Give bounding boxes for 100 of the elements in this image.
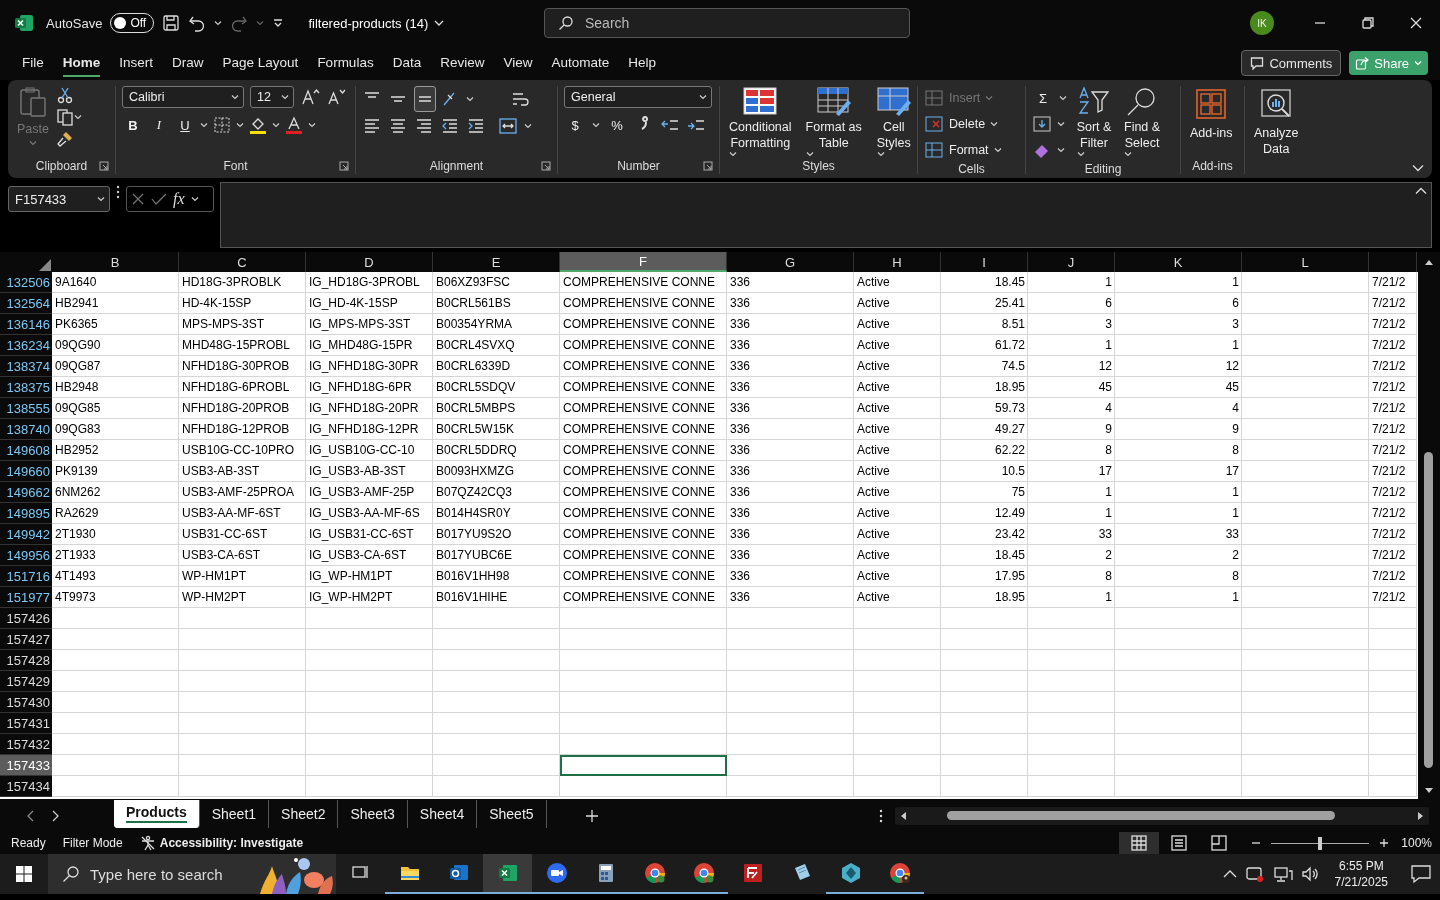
table-cell[interactable]: [306, 671, 433, 692]
table-cell[interactable]: [941, 629, 1028, 650]
table-cell[interactable]: [1028, 713, 1115, 734]
table-cell[interactable]: [1242, 293, 1369, 314]
column-header[interactable]: D: [306, 252, 433, 272]
row-header[interactable]: 138740: [0, 419, 52, 440]
ribbon-button[interactable]: Analyze Data: [1251, 86, 1302, 157]
table-cell[interactable]: [179, 650, 306, 671]
scrollbar-thumb[interactable]: [1424, 452, 1433, 768]
table-cell[interactable]: [727, 671, 854, 692]
clock-time[interactable]: 6:55 PM: [1338, 858, 1384, 874]
menu-tab[interactable]: Review: [440, 49, 485, 77]
row-header[interactable]: 157431: [0, 713, 52, 734]
table-cell[interactable]: [1242, 545, 1369, 566]
vertical-scrollbar[interactable]: [1418, 252, 1440, 799]
table-cell[interactable]: [727, 734, 854, 755]
row-header[interactable]: 138555: [0, 398, 52, 419]
table-cell[interactable]: [433, 734, 560, 755]
ribbon-button[interactable]: Delete: [924, 112, 1002, 136]
row-header[interactable]: 151716: [0, 566, 52, 587]
table-cell[interactable]: [306, 755, 433, 776]
row-header[interactable]: 149942: [0, 524, 52, 545]
table-cell[interactable]: [1242, 629, 1369, 650]
table-cell[interactable]: [306, 629, 433, 650]
table-cell[interactable]: [1115, 713, 1242, 734]
table-cell[interactable]: [1242, 608, 1369, 629]
ribbon-button[interactable]: Format as Table: [802, 86, 865, 157]
table-cell[interactable]: [179, 755, 306, 776]
table-cell[interactable]: [854, 692, 941, 713]
scroll-down-icon[interactable]: [1424, 787, 1434, 795]
table-cell[interactable]: [1369, 692, 1417, 713]
dialog-launcher-icon[interactable]: [339, 161, 349, 171]
column-header[interactable]: B: [52, 252, 179, 272]
italic-button[interactable]: I: [148, 112, 170, 138]
add-sheet-icon[interactable]: [584, 808, 599, 823]
insert-function-button[interactable]: fx: [173, 190, 185, 208]
avatar[interactable]: IK: [1250, 11, 1274, 35]
table-cell[interactable]: [179, 776, 306, 797]
row-header[interactable]: 138374: [0, 356, 52, 377]
table-cell[interactable]: [52, 755, 179, 776]
row-header[interactable]: 149895: [0, 503, 52, 524]
table-cell[interactable]: [1028, 692, 1115, 713]
table-cell[interactable]: [1242, 524, 1369, 545]
scroll-right-icon[interactable]: [1416, 810, 1425, 821]
table-cell[interactable]: [179, 629, 306, 650]
table-cell[interactable]: [1369, 671, 1417, 692]
table-cell[interactable]: [854, 608, 941, 629]
table-cell[interactable]: [1242, 272, 1369, 293]
table-cell[interactable]: [306, 713, 433, 734]
table-cell[interactable]: [433, 692, 560, 713]
menu-tab[interactable]: File: [22, 49, 44, 77]
cut-icon[interactable]: [55, 86, 74, 104]
menu-tab[interactable]: Data: [392, 49, 422, 77]
ribbon-button[interactable]: Format: [924, 138, 1002, 162]
row-header[interactable]: 138375: [0, 377, 52, 398]
menu-tab[interactable]: Page Layout: [222, 49, 299, 77]
row-header[interactable]: 157430: [0, 692, 52, 713]
row-header[interactable]: 157429: [0, 671, 52, 692]
meet-now-icon[interactable]: [1244, 865, 1265, 883]
ribbon-button[interactable]: Sort & Filter: [1073, 86, 1115, 157]
notification-icon[interactable]: [1410, 864, 1432, 884]
table-cell[interactable]: [1242, 461, 1369, 482]
column-header[interactable]: F: [560, 252, 727, 272]
table-cell[interactable]: [854, 713, 941, 734]
chevron-up-icon[interactable]: [1222, 869, 1237, 879]
network-icon[interactable]: [1272, 865, 1293, 883]
align-bottom-button[interactable]: [414, 86, 436, 112]
row-header[interactable]: 157432: [0, 734, 52, 755]
table-cell[interactable]: [1028, 734, 1115, 755]
table-cell[interactable]: [941, 608, 1028, 629]
align-center-icon[interactable]: [388, 116, 408, 136]
row-header[interactable]: 157427: [0, 629, 52, 650]
table-cell[interactable]: [941, 755, 1028, 776]
sheet-tab[interactable]: Sheet4: [407, 799, 478, 828]
table-cell[interactable]: [1369, 608, 1417, 629]
sheet-tab[interactable]: Sheet3: [338, 799, 408, 828]
table-cell[interactable]: [1028, 671, 1115, 692]
expand-icon[interactable]: [1415, 187, 1427, 195]
table-cell[interactable]: [560, 671, 727, 692]
table-cell[interactable]: [941, 776, 1028, 797]
percent-button[interactable]: %: [606, 112, 628, 138]
increase-indent-icon[interactable]: [466, 116, 486, 136]
table-cell[interactable]: [727, 755, 854, 776]
scrollbar-thumb[interactable]: [946, 810, 1335, 820]
table-cell[interactable]: [1369, 755, 1417, 776]
underline-button[interactable]: U: [174, 112, 196, 138]
autosum-button[interactable]: Σ: [1032, 85, 1054, 111]
table-cell[interactable]: [433, 776, 560, 797]
menu-tab[interactable]: Automate: [551, 49, 610, 77]
table-cell[interactable]: [306, 650, 433, 671]
format-painter-icon[interactable]: [55, 130, 74, 148]
sheet-tab[interactable]: Sheet1: [199, 799, 270, 828]
ribbon-button[interactable]: Conditional Formatting: [726, 86, 795, 157]
decrease-font-size-icon[interactable]: [326, 87, 346, 107]
table-cell[interactable]: [179, 692, 306, 713]
next-sheet-icon[interactable]: [52, 809, 60, 822]
comments-button[interactable]: Comments: [1241, 50, 1342, 76]
table-cell[interactable]: [306, 692, 433, 713]
table-cell[interactable]: [1242, 419, 1369, 440]
sheet-tab[interactable]: Sheet5: [477, 799, 547, 828]
